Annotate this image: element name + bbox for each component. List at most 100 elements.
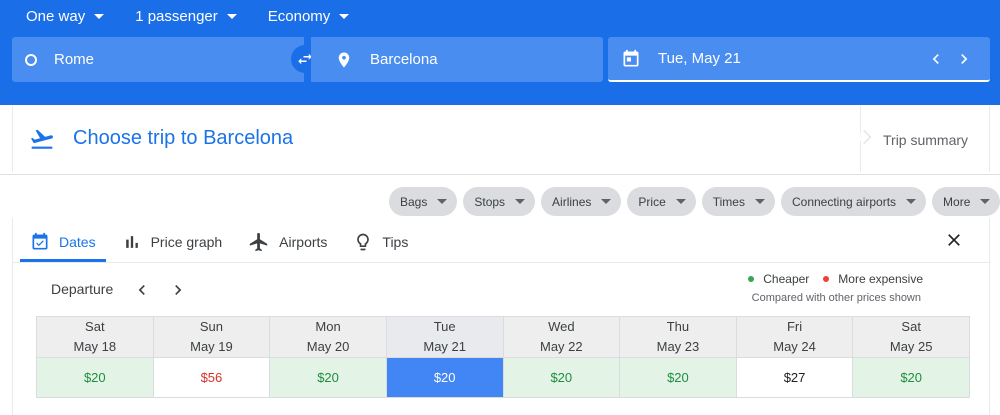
date-column: Mon May 20 $20	[270, 317, 387, 397]
tab-dates[interactable]: Dates	[20, 222, 106, 262]
caret-down-icon	[94, 13, 105, 19]
caret-down-icon	[339, 13, 350, 19]
day-date: May 21	[423, 339, 466, 354]
caret-down-icon	[675, 199, 686, 204]
caret-down-icon	[226, 13, 237, 19]
day-of-week: Fri	[786, 319, 803, 334]
price-cell[interactable]: $56	[153, 357, 270, 397]
date-header: Sat May 25	[853, 317, 969, 357]
tab-airports[interactable]: Airports	[238, 222, 337, 262]
tab-label: Tips	[382, 234, 409, 250]
day-of-week: Tue	[433, 319, 456, 334]
departure-date-field[interactable]: Tue, May 21	[608, 37, 990, 82]
search-header: One way 1 passenger Economy Rome Barcelo…	[0, 0, 1000, 105]
calendar-icon	[621, 49, 641, 69]
filter-airlines[interactable]: Airlines	[541, 187, 622, 216]
day-date: May 24	[773, 339, 816, 354]
chevron-left-icon	[138, 285, 145, 295]
caret-down-icon	[980, 199, 991, 204]
filter-bags[interactable]: Bags	[389, 187, 458, 216]
destination-field[interactable]: Barcelona	[311, 37, 603, 82]
price-cell[interactable]: $20	[386, 357, 503, 397]
origin-field[interactable]: Rome	[12, 37, 304, 82]
tab-price-graph[interactable]: Price graph	[112, 222, 233, 262]
caret-down-icon	[515, 199, 526, 204]
day-date: May 18	[73, 339, 117, 354]
date-header: Mon May 20	[270, 317, 386, 357]
price-cell[interactable]: $20	[270, 357, 386, 397]
filter-label: Times	[712, 194, 745, 209]
date-header: Wed May 22	[503, 317, 620, 357]
date-column: Thu May 23 $20	[620, 317, 737, 397]
day-of-week: Thu	[666, 319, 690, 334]
date-column: Fri May 24 $27	[736, 317, 854, 397]
bar-chart-icon	[122, 232, 142, 252]
chevron-right-icon[interactable]	[954, 49, 974, 69]
trip-type-dropdown[interactable]: One way	[26, 6, 105, 26]
compare-note: Compared with other prices shown	[751, 292, 921, 304]
divider	[13, 262, 991, 263]
next-dates-button[interactable]	[168, 280, 188, 300]
passengers-dropdown[interactable]: 1 passenger	[135, 6, 237, 26]
filter-label: Connecting airports	[791, 194, 897, 209]
price-cell[interactable]: $20	[503, 357, 620, 397]
filter-connecting-airports[interactable]: Connecting airports	[780, 187, 927, 216]
close-icon	[948, 234, 960, 246]
location-pin-icon	[335, 50, 353, 70]
filter-stops[interactable]: Stops	[463, 187, 536, 216]
price-cell[interactable]: $27	[736, 357, 853, 397]
date-header: Thu May 23	[620, 317, 736, 357]
flight-takeoff-icon	[27, 126, 57, 152]
prev-dates-button[interactable]	[132, 280, 152, 300]
filter-more[interactable]: More	[932, 187, 1000, 216]
caret-down-icon	[906, 199, 917, 204]
calendar-check-icon	[30, 232, 50, 252]
date-header: Fri May 24	[736, 317, 853, 357]
tab-label: Dates	[59, 234, 96, 250]
tab-tips[interactable]: Tips	[343, 222, 418, 262]
departure-label: Departure	[51, 281, 114, 297]
page-title: Choose trip to Barcelona	[73, 127, 294, 149]
date-stepper	[926, 49, 974, 69]
price-cell[interactable]: $20	[37, 357, 153, 397]
legend-cheaper: Cheaper	[748, 272, 809, 286]
day-of-week: Sat	[901, 319, 921, 334]
date-panel: Dates Price graph Airports Tips Departur…	[12, 218, 991, 415]
filter-label: Bags	[400, 194, 428, 209]
divider	[0, 174, 1000, 175]
origin-value: Rome	[54, 51, 95, 68]
filter-label: Stops	[474, 194, 506, 209]
filter-label: Price	[638, 194, 666, 209]
tab-label: Airports	[279, 234, 328, 250]
chevron-left-icon[interactable]	[926, 49, 946, 69]
date-column: Sat May 25 $20	[853, 317, 969, 397]
filter-price[interactable]: Price	[627, 187, 696, 216]
filter-label: More	[943, 194, 971, 209]
caret-down-icon	[601, 199, 612, 204]
legend-expensive: More expensive	[823, 272, 923, 286]
date-header: Sun May 19	[153, 317, 270, 357]
cabin-class-dropdown[interactable]: Economy	[268, 6, 350, 26]
date-column: Tue May 21 $20	[386, 317, 504, 397]
day-date: May 23	[656, 339, 700, 354]
date-column: Wed May 22 $20	[503, 317, 621, 397]
caret-down-icon	[754, 199, 765, 204]
date-grid: Sat May 18 $20 Sun May 19 $56 Mon May 20…	[36, 316, 970, 398]
date-value: Tue, May 21	[658, 50, 741, 67]
cabin-class-label: Economy	[267, 7, 331, 25]
chevron-right-icon	[175, 285, 182, 295]
trip-summary-link[interactable]: Trip summary	[883, 132, 968, 148]
price-legend: Cheaper More expensive	[734, 272, 923, 286]
tab-label: Price graph	[150, 234, 223, 250]
filter-label: Airlines	[552, 194, 592, 209]
day-of-week: Wed	[548, 319, 575, 334]
filter-times[interactable]: Times	[701, 187, 775, 216]
day-date: May 25	[889, 339, 933, 354]
price-cell[interactable]: $20	[853, 357, 969, 397]
date-header: Sat May 18	[37, 317, 153, 357]
legend-label: More expensive	[838, 272, 923, 286]
caret-down-icon	[437, 199, 448, 204]
airplane-icon	[248, 231, 270, 253]
price-cell[interactable]: $20	[620, 357, 736, 397]
close-button[interactable]	[944, 230, 964, 250]
